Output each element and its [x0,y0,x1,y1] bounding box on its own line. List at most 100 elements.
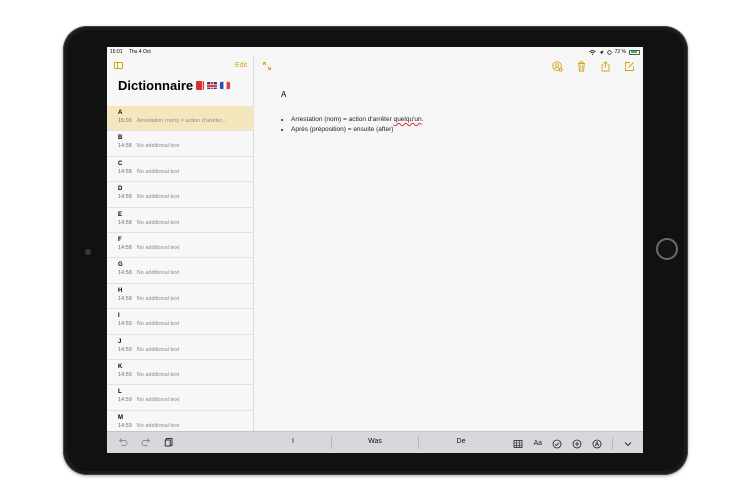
note-body: Arrestation (nom) = action d'arrêter que… [287,115,423,135]
hide-keyboard-icon[interactable] [623,439,633,449]
table-icon[interactable] [513,439,523,449]
trash-icon[interactable] [576,61,587,72]
note-title: A [118,110,123,116]
undo-icon[interactable] [118,437,128,447]
status-time: 15:01 [110,49,123,55]
note-preview: No additional text [136,371,180,378]
note-title: M [118,414,123,421]
plus-circle-icon[interactable] [572,439,582,449]
note-meta: 14:58 No additional text [118,193,254,201]
note-list-item[interactable]: K 14:59 No additional text [107,360,254,386]
note-preview: No additional text [136,346,180,353]
bullet-text-end: . [421,116,424,123]
note-list-item[interactable]: C 14:58 No additional text [107,157,254,183]
note-title: G [118,262,123,269]
note-time: 15:01 [118,118,132,124]
note-time: 14:58 [118,194,132,201]
note-title: E [118,211,123,218]
note-title: K [118,363,123,370]
keyboard-shortcut-bar: I Was De Aa [107,431,643,453]
note-list-item[interactable]: B 14:58 No additional text [107,131,254,157]
battery-icon [629,49,640,55]
note-list-item[interactable]: D 14:58 No additional text [107,182,254,208]
suggestion-3[interactable]: De [452,438,470,445]
note-list-item[interactable]: H 14:58 No additional text [107,284,254,310]
note-preview: No additional text [136,244,180,251]
battery-fill [630,51,637,53]
suggestion-2[interactable]: Was [362,438,388,445]
note-title: J [118,338,122,345]
note-list-item[interactable]: J 14:59 No additional text [107,335,254,360]
note-preview: No additional text [136,168,180,175]
note-meta: 14:58 No additional text [118,295,254,303]
note-time: 14:58 [118,219,132,226]
note-time: 14:59 [118,371,132,378]
france-flag-emoji-icon [220,82,231,89]
red-book-emoji-icon [196,81,205,90]
paste-icon[interactable] [164,437,174,447]
markup-icon[interactable] [592,439,602,449]
share-icon[interactable] [600,61,611,72]
note-title: I [118,313,120,320]
expand-icon[interactable] [263,62,271,70]
format-tools: Aa [513,437,633,450]
add-person-icon[interactable] [552,61,563,72]
compose-icon[interactable] [624,61,635,72]
suggestion-1[interactable]: I [287,438,299,445]
note-list-item[interactable]: I 14:59 No additional text [107,309,254,335]
note-list: A 15:01 Arrestation (nom) = action d'arrêt… [107,106,254,437]
note-preview: No additional text [136,143,180,150]
checklist-icon[interactable] [552,439,562,449]
home-button[interactable] [656,238,678,260]
note-list-item[interactable]: A 15:01 Arrestation (nom) = action d'arrêt… [107,106,254,132]
note-list-item[interactable]: F 14:58 No additional text [107,233,254,259]
note-preview: No additional text [136,321,180,328]
note-title: L [118,389,122,396]
note-list-item[interactable]: L 14:59 No additional text [107,385,254,411]
misspelled-word[interactable]: quelqu'un [394,116,422,123]
notes-sidebar: Edit Dictionnaire A 15:01 Arrestation (nom… [107,57,254,437]
front-camera [85,249,91,255]
suggestion-divider [331,436,332,449]
note-meta: 14:59 No additional text [118,320,254,328]
note-preview: No additional text [136,422,180,429]
uk-flag-emoji-icon [207,82,218,89]
note-editor[interactable]: A Arrestation (nom) = action d'arrêter q… [255,57,643,431]
bullet-text: Après (préposition) = ensuite (after) [291,126,394,133]
text-format-button[interactable]: Aa [533,440,542,447]
note-time: 14:58 [118,295,132,302]
note-meta: 14:59 No additional text [118,396,254,404]
wifi-icon [588,49,596,55]
note-time: 14:58 [118,270,132,277]
note-preview: No additional text [136,219,180,226]
sidebar-toggle-icon[interactable] [114,62,123,69]
note-preview: No additional text [136,194,180,201]
note-time: 14:59 [118,397,132,404]
note-title: D [118,186,123,193]
note-title: C [118,160,123,167]
undo-redo-group [118,437,174,447]
note-meta: 14:58 No additional text [118,269,254,277]
note-title: B [118,135,123,142]
ipad-screen: 15:01 Thu 4 Oct 72 % Edit Dictionnaire A… [107,47,643,453]
bullet-text: Arrestation (nom) = action d'arrêter [291,116,394,123]
redo-icon[interactable] [141,437,151,447]
suggestion-divider [418,436,419,449]
orientation-lock-icon [606,49,612,55]
note-meta: 15:01 Arrestation (nom) = action d'arrête… [118,117,254,125]
folder-title-text: Dictionnaire [118,78,194,93]
edit-button[interactable]: Edit [235,62,247,69]
sidebar-header: Edit [107,57,253,71]
status-date: Thu 4 Oct [128,49,151,55]
note-bullet: Après (préposition) = ensuite (after) [291,125,423,135]
note-meta: 14:58 No additional text [118,219,254,227]
note-title: H [118,287,123,294]
note-list-item[interactable]: G 14:58 No additional text [107,258,254,284]
note-meta: 14:59 No additional text [118,371,254,379]
status-right: 72 % [588,49,640,55]
folder-title: Dictionnaire [118,78,231,93]
note-time: 14:59 [118,321,132,328]
note-list-item[interactable]: E 14:58 No additional text [107,208,254,233]
note-meta: 14:58 No additional text [118,244,254,252]
note-preview: No additional text [136,270,180,277]
